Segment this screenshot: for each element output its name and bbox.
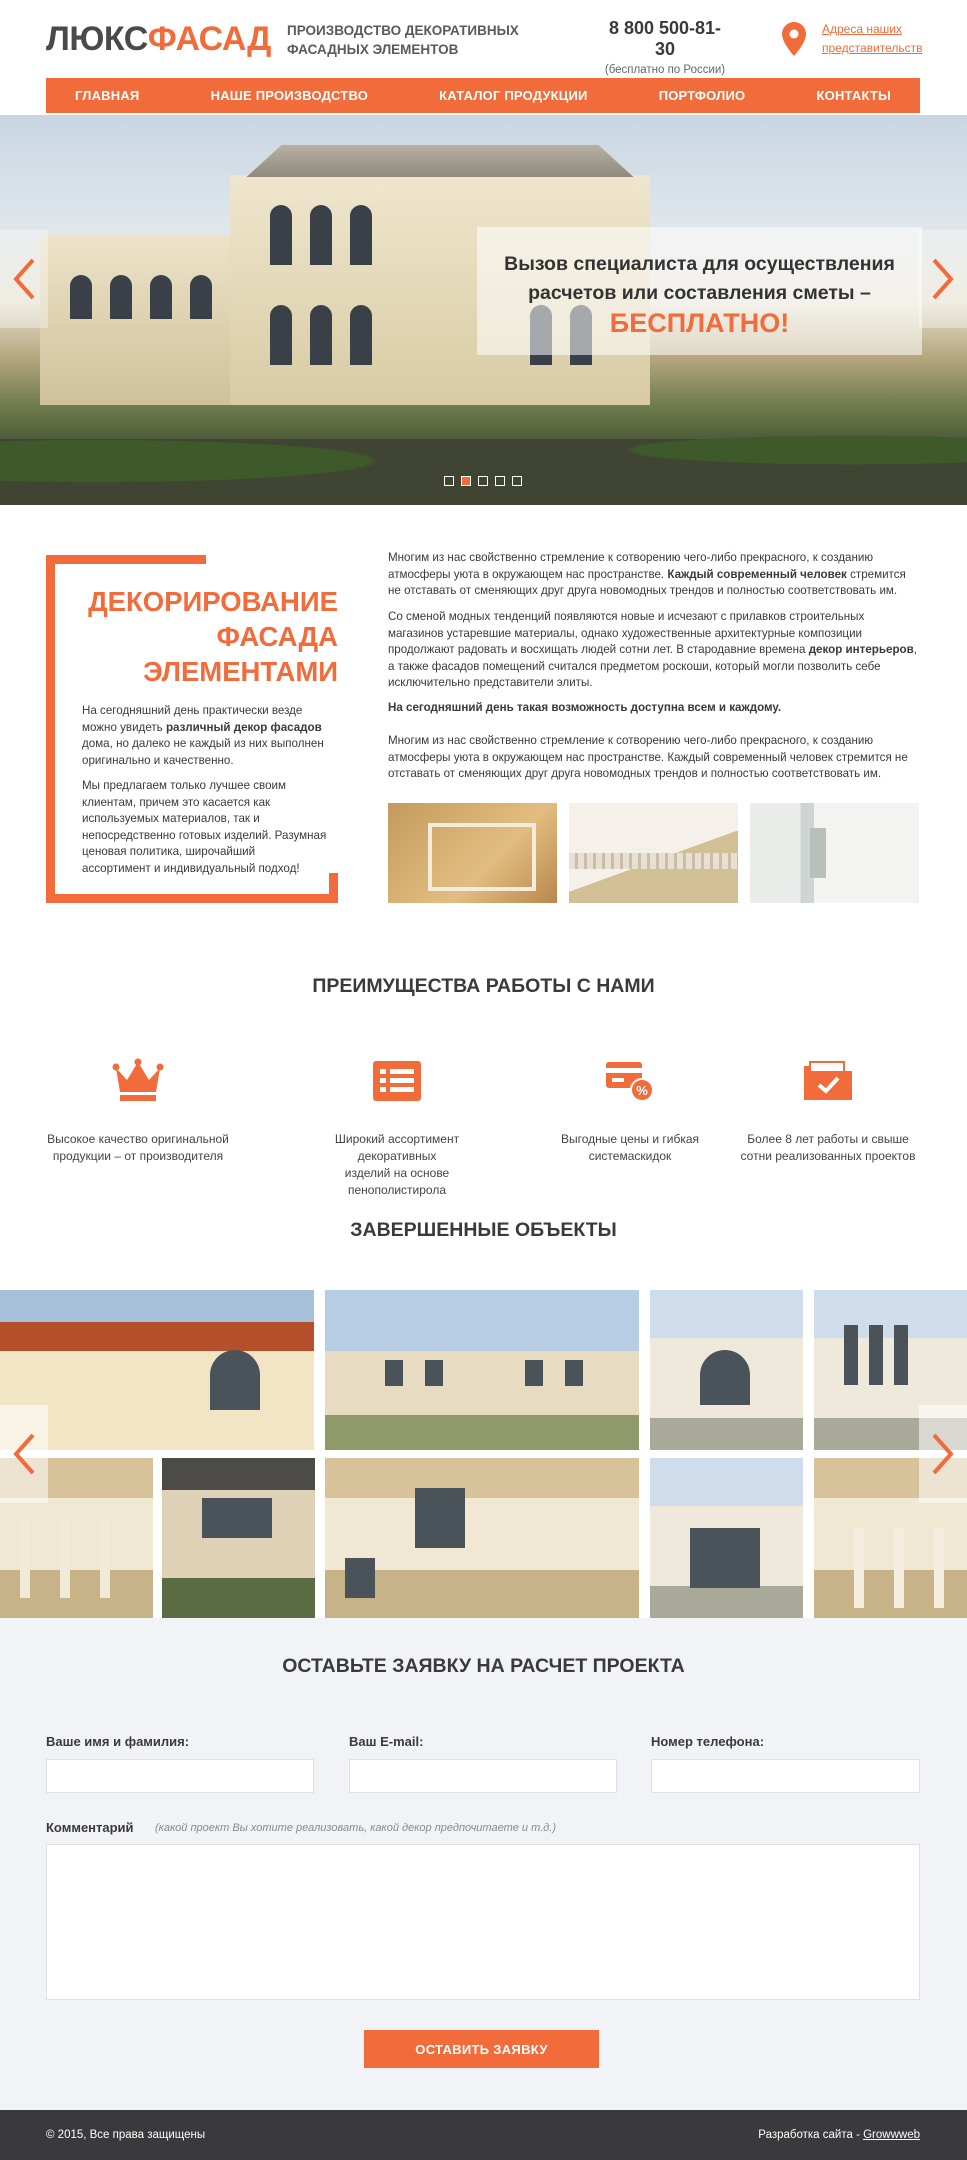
body-paragraph-4: Многим из нас свойственно стремление к с… [388, 734, 908, 780]
advantage-1-line-2: продукции – от производителя [52, 1149, 224, 1163]
hero-caption-line-1: Вызов специалиста для осуществления [504, 253, 895, 275]
decor-photo-3 [750, 803, 919, 903]
discount-card-icon: % [606, 1062, 654, 1102]
copyright: © 2015, Все права защищены [46, 2129, 206, 2141]
email-label: Ваш E-mail: [349, 1734, 424, 1749]
folder-check-icon [804, 1061, 852, 1100]
body-p2-bold: декор интерьеров [808, 643, 914, 656]
addresses-line-1: Адреса наших [822, 22, 902, 36]
intro-title-line-2: ФАСАДА [216, 621, 338, 652]
advantage-item-4: Более 8 лет работы и свыше сотни реализов… [728, 1058, 928, 1165]
main-nav: ГЛАВНАЯ НАШЕ ПРОИЗВОДСТВО КАТАЛОГ ПРОДУК… [46, 78, 920, 113]
body-p2-text: Со сменой модных тенденций появляются но… [388, 610, 865, 656]
chevron-left-icon [13, 1433, 35, 1475]
slide-dot-4[interactable] [495, 476, 505, 486]
phone-field[interactable] [651, 1759, 920, 1793]
hero-prev-button[interactable] [0, 230, 48, 328]
advantage-2-line-1: Широкий ассортимент декоративных [334, 1132, 460, 1163]
list-icon [373, 1061, 421, 1101]
phone-label: Номер телефона: [651, 1734, 765, 1749]
gallery-prev-button[interactable] [0, 1405, 48, 1503]
intro-paragraph-2: Мы предлагаем только лучшее своим клиент… [82, 779, 327, 875]
phone-note: (бесплатно по России) [604, 64, 726, 76]
portfolio-title: ЗАВЕРШЕННЫЕ ОБЪЕКТЫ [350, 1219, 617, 1241]
advantage-3-line-2: системаскидок [588, 1149, 672, 1163]
comment-label: Комментарий [46, 1820, 134, 1835]
body-paragraph-1: Многим из нас свойственно стремление к с… [388, 550, 920, 600]
hero-free-label: БЕСПЛАТНО! [609, 308, 790, 338]
phone-block: 8 800 500-81-30 (бесплатно по России) [600, 18, 730, 76]
slide-dot-2[interactable] [461, 476, 471, 486]
submit-button[interactable]: ОСТАВИТЬ ЗАЯВКУ [364, 2030, 599, 2068]
tagline: ПРОИЗВОДСТВО ДЕКОРАТИВНЫХ ФАСАДНЫХ ЭЛЕМЕ… [287, 21, 527, 59]
hero-next-button[interactable] [919, 230, 967, 328]
chevron-right-icon [932, 1433, 954, 1475]
decor-photo-1 [388, 803, 557, 903]
gallery-next-button[interactable] [919, 1405, 967, 1503]
hero-caption: Вызов специалиста для осуществления расч… [477, 250, 922, 308]
advantage-1-line-1: Высокое качество оригинальной [47, 1132, 229, 1146]
hero-pagination [444, 476, 522, 486]
advantage-3-line-1: Выгодные цены и гибкая [560, 1132, 700, 1146]
addresses-line-2: представительств [822, 41, 923, 55]
gallery-photo[interactable] [325, 1290, 639, 1450]
email-field[interactable] [349, 1759, 617, 1793]
chevron-left-icon [13, 258, 35, 300]
developer-link[interactable]: Growwweb [863, 2129, 920, 2141]
gallery-photo[interactable] [325, 1458, 639, 1618]
tagline-line-1: ПРОИЗВОДСТВО ДЕКОРАТИВНЫХ [287, 23, 519, 38]
comment-field[interactable] [46, 1844, 920, 2000]
intro-title-line-1: ДЕКОРИРОВАНИЕ [88, 586, 338, 617]
logo-part-2: ФАСАД [147, 20, 272, 58]
tagline-line-2: ФАСАДНЫХ ЭЛЕМЕНТОВ [287, 42, 459, 57]
slide-dot-1[interactable] [444, 476, 454, 486]
nav-catalog[interactable]: КАТАЛОГ ПРОДУКЦИИ [439, 88, 587, 103]
advantage-item-1: Высокое качество оригинальной продукции –… [38, 1058, 238, 1165]
slide-dot-3[interactable] [478, 476, 488, 486]
nav-portfolio[interactable]: ПОРТФОЛИО [659, 88, 746, 103]
portfolio-gallery [0, 1290, 967, 1618]
form-title: ОСТАВЬТЕ ЗАЯВКУ НА РАСЧЕТ ПРОЕКТА [282, 1655, 685, 1677]
site-footer: © 2015, Все права защищены Разработка са… [0, 2110, 967, 2160]
name-label: Ваше имя и фамилия: [46, 1734, 190, 1749]
crown-icon [112, 1058, 164, 1101]
advantage-4-line-1: Более 8 лет работы и свыше [747, 1132, 909, 1146]
advantage-2-line-2: изделий на основе пенополистирола [344, 1166, 450, 1197]
intro-paragraph-1: На сегодняшний день практически везде мо… [82, 703, 327, 769]
intro-title: ДЕКОРИРОВАНИЕ ФАСАДА ЭЛЕМЕНТАМИ [60, 584, 338, 689]
nav-home[interactable]: ГЛАВНАЯ [75, 88, 139, 103]
map-pin-icon [782, 22, 806, 56]
addresses-link[interactable]: Адреса наших представительств [822, 20, 932, 58]
phone-number[interactable]: 8 800 500-81-30 [600, 18, 730, 60]
nav-contacts[interactable]: КОНТАКТЫ [817, 88, 891, 103]
chevron-right-icon [932, 258, 954, 300]
intro-p1-bold: различный декор фасадов [165, 720, 322, 734]
body-paragraph-2: Со сменой модных тенденций появляются но… [388, 609, 920, 692]
developer-credit: Разработка сайта - Growwweb [758, 2129, 920, 2141]
intro-p1-text-2: дома, но далеко не каждый из них выполне… [82, 737, 324, 767]
logo[interactable]: ЛЮКСФАСАД [46, 20, 271, 59]
advantage-item-3: % Выгодные цены и гибкая системаскидок [530, 1058, 730, 1165]
advantage-4-line-2: сотни реализованных проектов [740, 1149, 916, 1163]
body-p1-bold: Каждый современный человек [667, 567, 847, 581]
nav-production[interactable]: НАШЕ ПРОИЗВОДСТВО [211, 88, 368, 103]
decor-photo-2 [569, 803, 738, 903]
name-field[interactable] [46, 1759, 314, 1793]
hero-slider: Вызов специалиста для осуществления расч… [0, 115, 967, 505]
advantage-item-2: Широкий ассортимент декоративных изделий … [297, 1058, 497, 1199]
logo-part-1: ЛЮКС [46, 20, 148, 58]
advantages-title: ПРЕИМУЩЕСТВА РАБОТЫ С НАМИ [312, 975, 655, 997]
slide-dot-5[interactable] [512, 476, 522, 486]
gallery-photo[interactable] [650, 1290, 803, 1450]
site-header: ЛЮКСФАСАД ПРОИЗВОДСТВО ДЕКОРАТИВНЫХ ФАСА… [0, 0, 967, 78]
developer-prefix: Разработка сайта - [758, 2129, 864, 2141]
hero-caption-line-2: расчетов или составления сметы – [528, 282, 871, 304]
gallery-photo[interactable] [650, 1458, 803, 1618]
hero-landscape [0, 395, 967, 505]
intro-title-line-3: ЭЛЕМЕНТАМИ [143, 656, 338, 687]
body-paragraph-3: На сегодняшний день такая возможность до… [388, 701, 782, 714]
svg-text:%: % [636, 1083, 648, 1098]
gallery-photo[interactable] [162, 1458, 315, 1618]
comment-hint: (какой проект Вы хотите реализовать, как… [155, 1822, 556, 1834]
